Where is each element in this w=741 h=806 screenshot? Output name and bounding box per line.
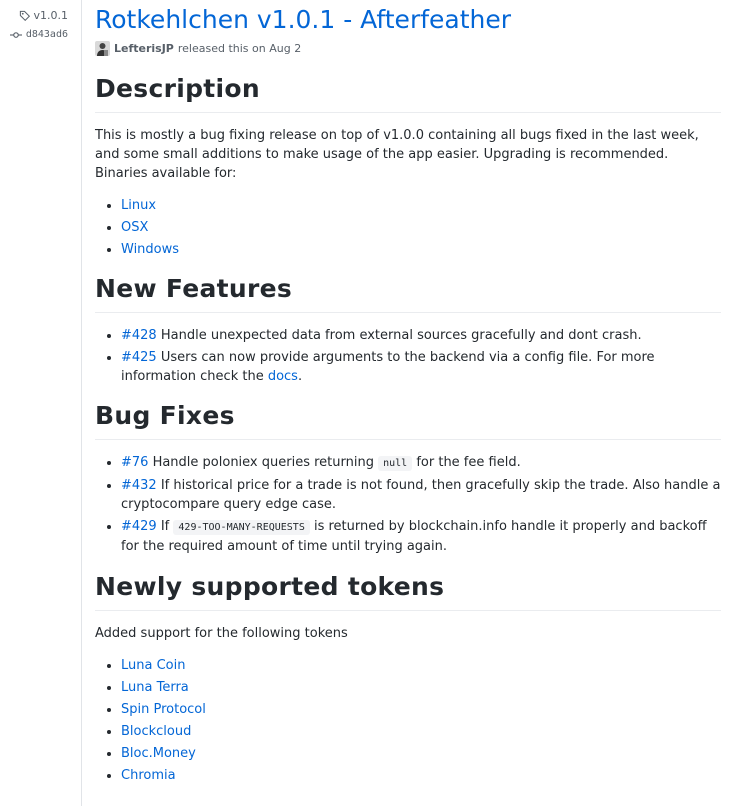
token-link[interactable]: Blockcloud	[121, 724, 191, 739]
list-item: Spin Protocol	[121, 700, 721, 719]
tokens-text: Added support for the following tokens	[95, 626, 348, 641]
feature-text: Handle unexpected data from external sou…	[156, 328, 642, 343]
bugfix-text-end: for the fee field.	[412, 455, 521, 470]
inline-code: null	[378, 456, 413, 471]
issue-link[interactable]: #428	[121, 328, 157, 343]
list-item: Blockcloud	[121, 722, 721, 741]
bugfix-text: Handle poloniex queries returning	[148, 455, 379, 470]
docs-link[interactable]: docs	[268, 369, 298, 384]
feature-text-end: .	[297, 369, 303, 384]
inline-code: 429-TOO-MANY-REQUESTS	[173, 520, 310, 535]
token-link[interactable]: Luna Terra	[121, 680, 189, 695]
features-list: #428 Handle unexpected data from externa…	[95, 326, 721, 386]
tokens-heading: Newly supported tokens	[95, 568, 721, 611]
features-heading: New Features	[95, 270, 721, 313]
bugfixes-list: #76 Handle poloniex queries returning nu…	[95, 453, 721, 556]
tag-icon	[19, 10, 30, 21]
platform-list: Linux OSX Windows	[95, 196, 721, 259]
platform-link-windows[interactable]: Windows	[121, 242, 179, 257]
tag-link[interactable]: v1.0.1	[34, 9, 69, 22]
token-link[interactable]: Luna Coin	[121, 658, 185, 673]
issue-link[interactable]: #76	[121, 455, 148, 470]
token-link[interactable]: Bloc.Money	[121, 746, 196, 761]
list-item: Windows	[121, 240, 721, 259]
list-item: Luna Terra	[121, 678, 721, 697]
issue-link[interactable]: #429	[121, 519, 157, 534]
token-link[interactable]: Spin Protocol	[121, 702, 206, 717]
avatar[interactable]	[95, 41, 110, 56]
issue-link[interactable]: #432	[121, 478, 157, 493]
bugfixes-heading: Bug Fixes	[95, 397, 721, 440]
commit-link[interactable]: d843ad6	[26, 29, 68, 40]
release-meta: LefterisJP released this on Aug 2	[95, 41, 301, 56]
list-item: #429 If 429-TOO-MANY-REQUESTS is returne…	[121, 517, 721, 556]
list-item: #425 Users can now provide arguments to …	[121, 348, 721, 386]
platform-link-osx[interactable]: OSX	[121, 220, 148, 235]
release-body: Description This is mostly a bug fixing …	[95, 70, 721, 788]
tokens-list: Luna Coin Luna Terra Spin Protocol Block…	[95, 656, 721, 785]
author-link[interactable]: LefterisJP	[114, 42, 174, 55]
list-item: Luna Coin	[121, 656, 721, 675]
feature-text: Users can now provide arguments to the b…	[121, 350, 655, 384]
issue-link[interactable]: #425	[121, 350, 157, 365]
bugfix-text: If	[156, 519, 174, 534]
description-text: This is mostly a bug fixing release on t…	[95, 128, 699, 181]
list-item: Linux	[121, 196, 721, 215]
tag-line[interactable]: v1.0.1	[19, 9, 69, 22]
token-link[interactable]: Chromia	[121, 768, 176, 783]
platform-link-linux[interactable]: Linux	[121, 198, 156, 213]
list-item: #428 Handle unexpected data from externa…	[121, 326, 721, 345]
list-item: Chromia	[121, 766, 721, 785]
commit-line[interactable]: d843ad6	[9, 29, 68, 40]
commit-icon	[9, 31, 22, 38]
released-text: released this on Aug 2	[177, 42, 302, 55]
list-item: #76 Handle poloniex queries returning nu…	[121, 453, 721, 473]
description-heading: Description	[95, 70, 721, 113]
list-item: OSX	[121, 218, 721, 237]
release-sidebar: v1.0.1 d843ad6	[0, 0, 82, 806]
bugfix-text: If historical price for a trade is not f…	[121, 478, 721, 512]
list-item: Bloc.Money	[121, 744, 721, 763]
release-title[interactable]: Rotkehlchen v1.0.1 - Afterfeather	[95, 4, 511, 36]
list-item: #432 If historical price for a trade is …	[121, 476, 721, 514]
